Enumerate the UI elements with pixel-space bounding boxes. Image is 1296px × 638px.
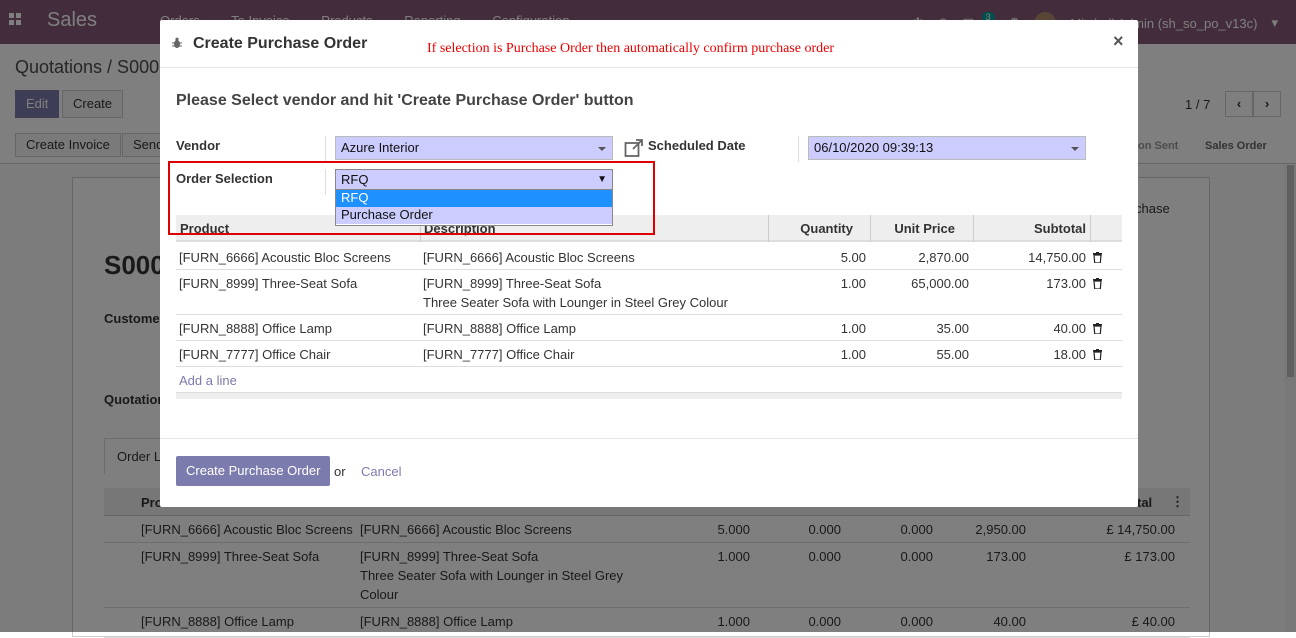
row-divider: [176, 366, 1122, 367]
dialog-footer: Create Purchase Order or Cancel: [160, 438, 1138, 507]
row-divider: [176, 340, 1122, 341]
scheduled-date-label: Scheduled Date: [648, 138, 746, 153]
trash-icon[interactable]: [1093, 323, 1102, 334]
or-text: or: [334, 464, 346, 479]
vendor-select[interactable]: Azure Interior: [335, 136, 613, 160]
row-divider: [176, 314, 1122, 315]
line-description[interactable]: [FURN_6666] Acoustic Bloc Screens: [423, 250, 635, 265]
line-description[interactable]: [FURN_7777] Office Chair: [423, 347, 575, 362]
annotation-highlight-box: [168, 161, 655, 235]
col-unit-price[interactable]: Unit Price: [874, 215, 955, 242]
vendor-select-value: Azure Interior: [341, 140, 420, 155]
line-qty[interactable]: 1.00: [772, 347, 866, 362]
chevron-down-icon: [1071, 147, 1079, 151]
column-separator: [973, 215, 974, 242]
col-subtotal[interactable]: Subtotal: [977, 215, 1086, 242]
close-icon[interactable]: ×: [1113, 31, 1124, 52]
col-quantity[interactable]: Quantity: [772, 215, 853, 242]
line-price[interactable]: 35.00: [874, 321, 969, 336]
trash-icon[interactable]: [1093, 278, 1102, 289]
trash-icon[interactable]: [1093, 252, 1102, 263]
line-subtotal: 173.00: [1046, 276, 1086, 291]
line-product[interactable]: [FURN_7777] Office Chair: [179, 347, 331, 362]
cancel-button[interactable]: Cancel: [361, 464, 401, 479]
add-line-link[interactable]: Add a line: [179, 373, 237, 388]
column-separator: [768, 215, 769, 242]
line-subtotal: 18.00: [1053, 347, 1086, 362]
row-divider: [176, 269, 1122, 270]
chevron-down-icon: [598, 147, 606, 151]
column-separator: [870, 215, 871, 242]
field-separator: [798, 136, 799, 162]
line-price[interactable]: 2,870.00: [874, 250, 969, 265]
dialog-instruction: Please Select vendor and hit 'Create Pur…: [176, 92, 634, 109]
line-product[interactable]: [FURN_8999] Three-Seat Sofa: [179, 276, 357, 291]
line-price[interactable]: 55.00: [874, 347, 969, 362]
line-description-line2[interactable]: Three Seater Sofa with Lounger in Steel …: [423, 295, 728, 310]
scheduled-date-value: 06/10/2020 09:39:13: [814, 140, 934, 155]
dialog-note: If selection is Purchase Order then auto…: [427, 41, 835, 56]
bug-icon: [172, 37, 182, 48]
table-footer: [176, 393, 1122, 399]
line-product[interactable]: [FURN_8888] Office Lamp: [179, 321, 332, 336]
line-description[interactable]: [FURN_8999] Three-Seat Sofa: [423, 276, 601, 291]
create-purchase-order-dialog: Create Purchase Order If selection is Pu…: [160, 20, 1138, 507]
dialog-title: Create Purchase Order: [193, 35, 368, 52]
trash-icon[interactable]: [1093, 349, 1102, 360]
line-qty[interactable]: 1.00: [772, 321, 866, 336]
line-price[interactable]: 65,000.00: [874, 276, 969, 291]
vendor-label: Vendor: [176, 138, 221, 153]
dialog-header: Create Purchase Order If selection is Pu…: [160, 20, 1138, 68]
external-link-icon[interactable]: [624, 138, 644, 158]
line-description[interactable]: [FURN_8888] Office Lamp: [423, 321, 576, 336]
scheduled-date-input[interactable]: 06/10/2020 09:39:13: [808, 136, 1086, 160]
line-qty[interactable]: 1.00: [772, 276, 866, 291]
line-product[interactable]: [FURN_6666] Acoustic Bloc Screens: [179, 250, 391, 265]
line-subtotal: 14,750.00: [1028, 250, 1086, 265]
line-subtotal: 40.00: [1053, 321, 1086, 336]
column-separator: [1090, 215, 1091, 242]
field-separator: [325, 136, 326, 162]
create-purchase-order-button[interactable]: Create Purchase Order: [176, 456, 331, 486]
line-qty[interactable]: 5.00: [772, 250, 866, 265]
